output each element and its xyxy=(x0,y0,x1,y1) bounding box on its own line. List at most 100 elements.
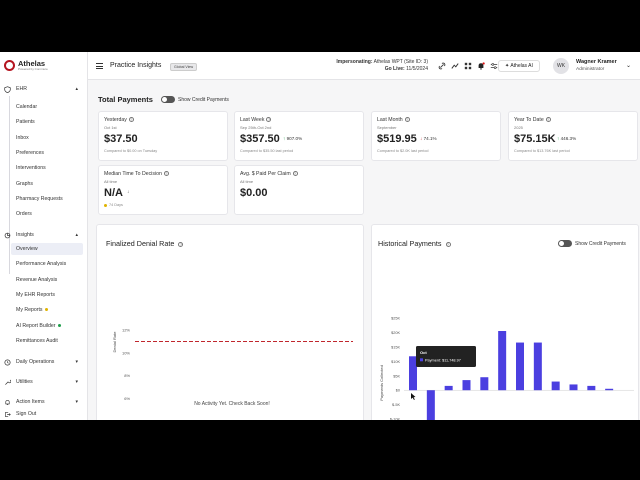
chevron-down-icon[interactable]: ⌄ xyxy=(626,62,631,69)
y-tick-label: $15K xyxy=(391,345,400,349)
kpi-label: Last Week? xyxy=(240,117,272,123)
kpi-period: 2025 xyxy=(514,125,523,130)
kpi-label: Avg. $ Paid Per Claim? xyxy=(240,171,298,177)
sidebar-item-utilities[interactable]: Utilities ▾ xyxy=(0,376,88,388)
sidebar-item-label: EHR xyxy=(16,86,27,92)
kpi-card-avg-paid-per-claim: Avg. $ Paid Per Claim? All time $0.00 xyxy=(234,165,364,215)
sidebar-subitem-ai-report-builder[interactable]: AI Report Builder xyxy=(16,321,61,331)
bar[interactable] xyxy=(587,385,596,391)
bar[interactable] xyxy=(444,385,453,391)
sidebar-subitem-remittances-audit[interactable]: Remittances Audit xyxy=(16,336,58,346)
bar[interactable] xyxy=(569,384,578,391)
help-icon[interactable]: ? xyxy=(292,171,298,177)
y-tick-label: 8% xyxy=(124,373,130,378)
panel-title: Finalized Denial Rate ? xyxy=(106,239,184,248)
header-icons xyxy=(438,62,498,70)
status-dot xyxy=(57,323,61,327)
kpi-period: All time xyxy=(240,179,254,184)
logo[interactable]: Athelas Powered by Commure xyxy=(4,60,48,71)
help-icon[interactable]: ? xyxy=(445,241,451,247)
impersonating-value: Athelas WPT (Site ID: 3) xyxy=(373,59,428,65)
settings-sliders-icon[interactable] xyxy=(490,62,498,70)
chart-line-icon[interactable] xyxy=(451,62,459,70)
kpi-change: ↑ 446.3% xyxy=(557,136,576,141)
help-icon[interactable]: ? xyxy=(163,171,169,177)
tooltip-value: Payment: $11,748.97 xyxy=(425,359,461,363)
kpi-label: Median Time To Decision? xyxy=(104,171,169,177)
sidebar-subitem-preferences[interactable]: Preferences xyxy=(16,148,44,158)
sidebar-subitem-calendar[interactable]: Calendar xyxy=(16,102,37,112)
sign-out-button[interactable]: Sign Out xyxy=(0,409,88,419)
bar[interactable] xyxy=(409,356,417,391)
sidebar-subitem-interventions[interactable]: Interventions xyxy=(16,163,46,173)
bar[interactable] xyxy=(462,380,471,391)
credit-payments-toggle[interactable]: Show Credit Payments xyxy=(558,240,626,247)
kpi-label: Last Month? xyxy=(377,117,410,123)
grid-icon[interactable] xyxy=(464,62,472,70)
y-tick-label: $10K xyxy=(391,360,400,364)
toggle-switch[interactable] xyxy=(161,96,175,103)
kpi-change: ↓ 74.1% xyxy=(420,136,437,141)
brand-tagline: Powered by Commure xyxy=(18,67,48,71)
sidebar-subitem-overview[interactable]: Overview xyxy=(16,244,38,254)
bar[interactable] xyxy=(480,377,489,391)
wrench-icon xyxy=(5,379,11,385)
kpi-value: $75.15K xyxy=(514,133,556,145)
chevron-up-icon: ▴ xyxy=(75,232,78,238)
kpi-label: Year To Date? xyxy=(514,117,551,123)
bar[interactable] xyxy=(551,381,560,391)
bar[interactable] xyxy=(426,390,435,420)
help-icon[interactable]: ? xyxy=(266,117,272,123)
kpi-value: N/A xyxy=(104,187,123,199)
toggle-label: Show Credit Payments xyxy=(178,96,229,103)
mouse-cursor-icon xyxy=(411,393,416,400)
logo-icon xyxy=(4,60,15,71)
toggle-switch[interactable] xyxy=(558,240,572,247)
bar[interactable] xyxy=(516,342,524,391)
user-name: Wagner Kramer xyxy=(576,59,617,65)
link-icon[interactable] xyxy=(438,62,446,70)
sidebar-subitem-inbox[interactable]: Inbox xyxy=(16,133,29,143)
credit-payments-toggle[interactable]: Show Credit Payments xyxy=(161,96,229,103)
brand-name: Athelas xyxy=(18,59,46,68)
top-header: Practice Insights Global View Impersonat… xyxy=(88,52,640,80)
help-icon[interactable]: ? xyxy=(545,117,551,123)
sidebar-item-label: Insights xyxy=(16,232,34,238)
sidebar-item-action-items[interactable]: Action Items ▾ xyxy=(0,396,88,408)
sidebar-subitem-my-reports[interactable]: My Reports xyxy=(16,305,48,315)
y-tick-label: $0 xyxy=(396,389,400,393)
menu-icon[interactable] xyxy=(96,63,103,69)
sidebar-item-insights[interactable]: Insights ▴ xyxy=(0,229,88,241)
help-icon[interactable]: ? xyxy=(404,117,410,123)
athelas-ai-button[interactable]: ✦ Athelas AI xyxy=(498,60,540,72)
bar[interactable] xyxy=(533,342,542,391)
sidebar-subitem-my-ehr-reports[interactable]: My EHR Reports xyxy=(16,290,55,300)
kpi-comparison: Compared to $35.50 last period xyxy=(240,149,294,153)
tooltip-swatch xyxy=(420,358,423,362)
notification-bell-icon[interactable] xyxy=(477,62,485,70)
insights-icon xyxy=(4,232,11,238)
sidebar-subitem-graphs[interactable]: Graphs xyxy=(16,179,33,189)
sidebar-subitem-performance-analysis[interactable]: Performance Analysis xyxy=(16,259,66,269)
tooltip-title: Oct xyxy=(420,350,427,355)
sidebar-subitem-pharmacy-requests[interactable]: Pharmacy Requests xyxy=(16,194,63,204)
sign-out-label: Sign Out xyxy=(16,411,37,417)
kpi-change-value: 446.3% xyxy=(560,136,577,141)
help-icon[interactable]: ? xyxy=(128,117,134,123)
sidebar-subitem-revenue-analysis[interactable]: Revenue Analysis xyxy=(16,275,57,285)
sidebar-item-daily-operations[interactable]: Daily Operations ▾ xyxy=(0,356,88,368)
bar[interactable] xyxy=(498,331,507,391)
tree-line xyxy=(9,96,10,274)
bell-icon xyxy=(5,399,10,405)
sidebar-item-ehr[interactable]: EHR ▴ xyxy=(0,83,88,95)
sidebar-subitem-orders[interactable]: Orders xyxy=(16,209,32,219)
bar[interactable] xyxy=(605,388,614,391)
y-tick-label: 12% xyxy=(122,328,130,333)
kpi-value: $357.50 xyxy=(240,133,280,145)
help-icon[interactable]: ? xyxy=(178,241,184,247)
avatar[interactable]: WK xyxy=(553,58,569,74)
impersonation-info: Impersonating: Athelas WPT (Site ID: 3) … xyxy=(336,59,428,73)
kpi-card-last-week: Last Week? Sep 25th-Oct 2nd $357.50 ↑ 907.0… xyxy=(234,111,364,161)
sidebar-subitem-label: My EHR Reports xyxy=(16,291,55,298)
sidebar-subitem-patients[interactable]: Patients xyxy=(16,117,35,127)
